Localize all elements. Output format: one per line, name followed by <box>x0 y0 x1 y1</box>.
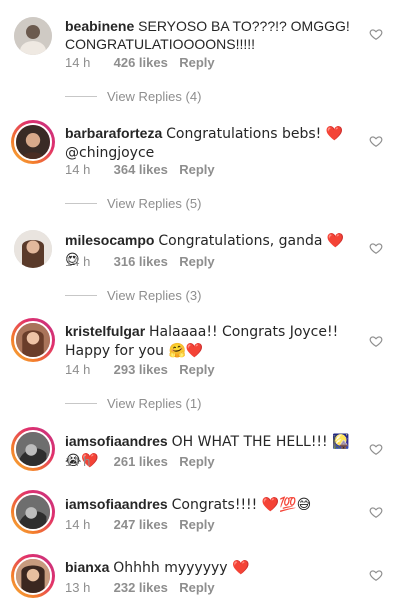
view-replies-label: View Replies (4) <box>107 89 202 104</box>
comment-likes[interactable]: 364 likes <box>114 162 176 177</box>
reply-button[interactable]: Reply <box>179 162 214 177</box>
reply-button[interactable]: Reply <box>179 55 214 70</box>
view-replies-label: View Replies (1) <box>107 396 202 411</box>
heart-outline-icon[interactable] <box>369 568 383 582</box>
comment-username[interactable]: beabinene <box>65 18 134 34</box>
avatar[interactable] <box>11 554 55 598</box>
reply-button[interactable]: Reply <box>179 517 214 532</box>
comment-username[interactable]: bianxa <box>65 559 109 575</box>
comment-time: 14 h <box>65 362 91 377</box>
view-replies-button[interactable]: View Replies (5) <box>65 196 201 211</box>
view-replies-button[interactable]: View Replies (1) <box>65 396 201 411</box>
comment-username[interactable]: milesocampo <box>65 232 154 248</box>
comment-body: bianxa Ohhhh myyyyyy ❤️ <box>65 558 355 577</box>
heart-outline-icon[interactable] <box>369 505 383 519</box>
avatar[interactable] <box>14 230 52 268</box>
view-replies-label: View Replies (3) <box>107 288 202 303</box>
avatar[interactable] <box>11 490 55 534</box>
comment-time: 14 h <box>65 517 91 532</box>
comment-meta: 14 h 364 likes Reply <box>65 162 215 177</box>
heart-outline-icon[interactable] <box>369 241 383 255</box>
replies-divider <box>65 203 97 204</box>
comment-username[interactable]: barbaraforteza <box>65 125 162 141</box>
heart-outline-icon[interactable] <box>369 134 383 148</box>
view-replies-label: View Replies (5) <box>107 196 202 211</box>
comment-meta: 14 h 261 likes Reply <box>65 454 215 469</box>
comment-username[interactable]: iamsofiaandres <box>65 496 168 512</box>
reply-button[interactable]: Reply <box>179 362 214 377</box>
comment-time: 14 h <box>65 254 91 269</box>
comment-body: beabinene SERYOSO BA TO???!? OMGGG! CONG… <box>65 17 355 53</box>
comment-body: iamsofiaandres Congrats!!!! ❤️💯😅 <box>65 495 355 514</box>
replies-divider <box>65 295 97 296</box>
comment-time: 14 h <box>65 55 91 70</box>
comment-likes[interactable]: 261 likes <box>114 454 176 469</box>
comment-meta: 13 h 232 likes Reply <box>65 580 215 595</box>
comment-likes[interactable]: 232 likes <box>114 580 176 595</box>
heart-outline-icon[interactable] <box>369 334 383 348</box>
avatar[interactable] <box>11 318 55 362</box>
comment-likes[interactable]: 426 likes <box>114 55 176 70</box>
avatar[interactable] <box>11 120 55 164</box>
reply-button[interactable]: Reply <box>179 580 214 595</box>
replies-divider <box>65 96 97 97</box>
comment-meta: 14 h 293 likes Reply <box>65 362 215 377</box>
replies-divider <box>65 403 97 404</box>
avatar[interactable] <box>11 427 55 471</box>
comment-meta: 14 h 247 likes Reply <box>65 517 215 532</box>
comment-body: kristelfulgar Halaaaa!! Congrats Joyce!!… <box>65 322 355 360</box>
comment-time: 14 h <box>65 454 91 469</box>
reply-button[interactable]: Reply <box>179 254 214 269</box>
comment-likes[interactable]: 316 likes <box>114 254 176 269</box>
reply-button[interactable]: Reply <box>179 454 214 469</box>
comment-time: 14 h <box>65 162 91 177</box>
view-replies-button[interactable]: View Replies (4) <box>65 89 201 104</box>
comment-text: Congrats!!!! ❤️💯😅 <box>171 497 312 513</box>
comment-time: 13 h <box>65 580 91 595</box>
comment-meta: 14 h 316 likes Reply <box>65 254 215 269</box>
comment-likes[interactable]: 293 likes <box>114 362 176 377</box>
comment-meta: 14 h 426 likes Reply <box>65 55 215 70</box>
heart-outline-icon[interactable] <box>369 442 383 456</box>
comment-username[interactable]: iamsofiaandres <box>65 433 168 449</box>
comment-likes[interactable]: 247 likes <box>114 517 176 532</box>
comment-text: Ohhhh myyyyyy ❤️ <box>113 560 250 576</box>
heart-outline-icon[interactable] <box>369 27 383 41</box>
avatar[interactable] <box>14 17 52 55</box>
comment-username[interactable]: kristelfulgar <box>65 323 145 339</box>
comment-body: barbaraforteza Congratulations bebs! ❤️ … <box>65 124 355 162</box>
view-replies-button[interactable]: View Replies (3) <box>65 288 201 303</box>
